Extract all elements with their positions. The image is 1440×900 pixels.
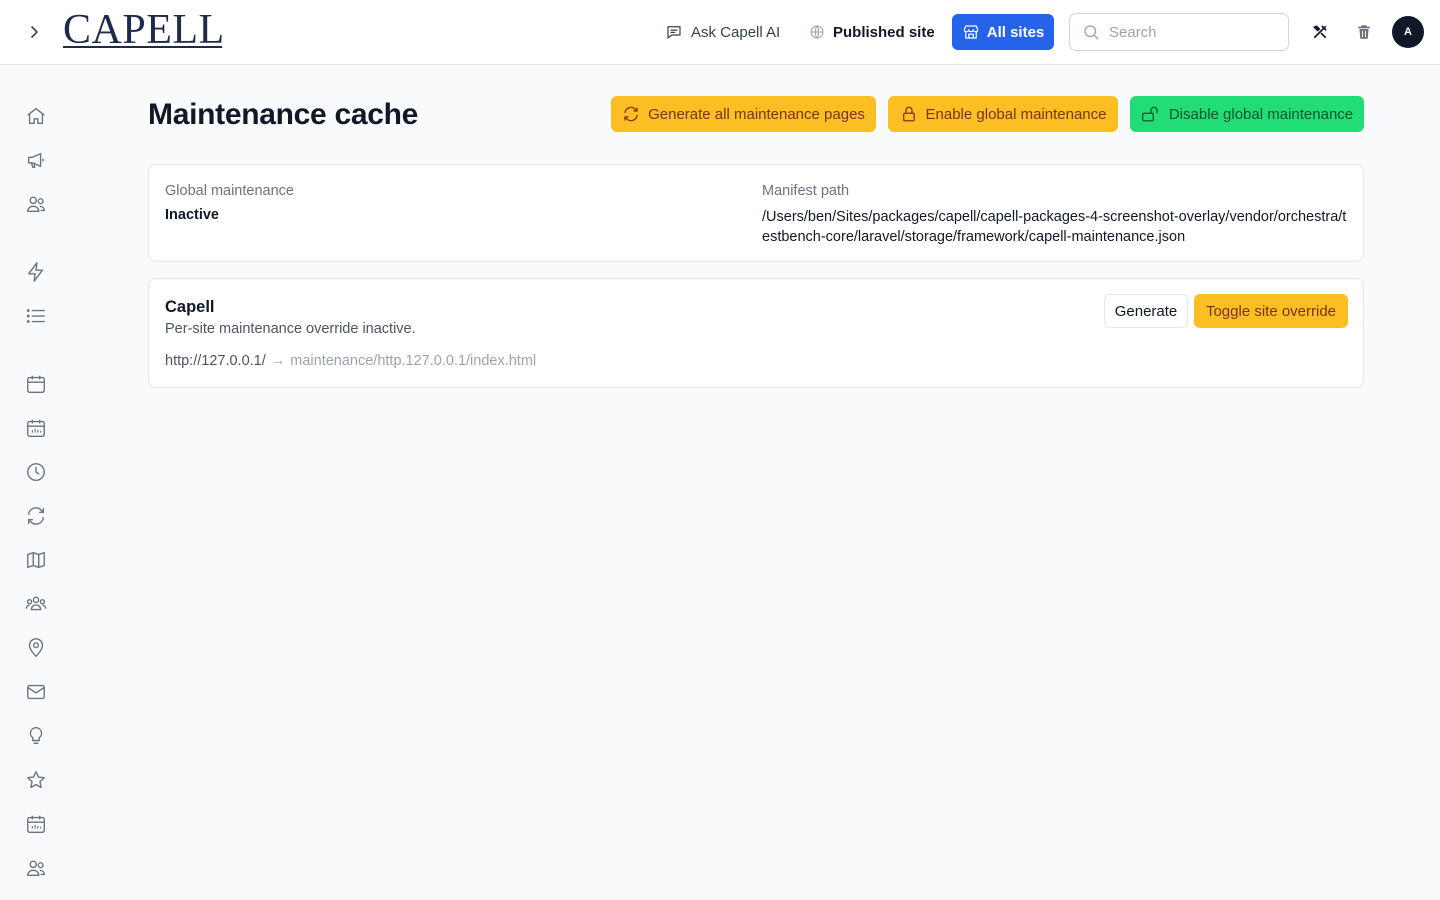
enable-global-maintenance-button[interactable]: Enable global maintenance xyxy=(888,96,1118,132)
building-storefront-icon xyxy=(962,23,980,41)
chat-bubble-icon xyxy=(665,23,683,41)
site-url[interactable]: http://127.0.0.1/ xyxy=(165,353,266,369)
site-card: Capell Per-site maintenance override ina… xyxy=(148,278,1364,388)
published-site-link[interactable]: Published site xyxy=(809,20,935,44)
wrench-screwdriver-icon[interactable] xyxy=(1308,20,1332,44)
megaphone-icon[interactable] xyxy=(24,148,48,172)
enable-global-label: Enable global maintenance xyxy=(925,105,1107,123)
search-box[interactable] xyxy=(1069,13,1289,51)
bolt-icon[interactable] xyxy=(24,260,48,284)
generate-all-maintenance-pages-button[interactable]: Generate all maintenance pages xyxy=(611,96,876,132)
lightbulb-icon[interactable] xyxy=(24,724,48,748)
toggle-site-override-button[interactable]: Toggle site override xyxy=(1194,294,1348,328)
refresh-icon[interactable] xyxy=(24,504,48,528)
clock-icon[interactable] xyxy=(24,460,48,484)
map-pin-icon[interactable] xyxy=(24,636,48,660)
list-icon[interactable] xyxy=(24,304,48,328)
user-group-icon[interactable] xyxy=(24,592,48,616)
globe-icon xyxy=(809,24,825,40)
calendar-icon[interactable] xyxy=(24,372,48,396)
disable-global-maintenance-button[interactable]: Disable global maintenance xyxy=(1130,96,1364,132)
disable-global-label: Disable global maintenance xyxy=(1168,105,1354,123)
manifest-path-value: /Users/ben/Sites/packages/capell/capell-… xyxy=(762,209,1347,245)
avatar[interactable]: A xyxy=(1392,16,1424,48)
lock-closed-icon xyxy=(900,105,918,123)
users-icon[interactable] xyxy=(24,856,48,880)
arrow-right-icon: → xyxy=(270,353,286,369)
calendar-days-icon[interactable] xyxy=(24,812,48,836)
site-maintenance-path: maintenance/http.127.0.0.1/index.html xyxy=(290,353,537,369)
maintenance-info-card: Global maintenance Inactive Manifest pat… xyxy=(148,164,1364,262)
ask-ai-label: Ask Capell AI xyxy=(691,23,781,41)
ask-ai-link[interactable]: Ask Capell AI xyxy=(665,20,780,44)
map-icon[interactable] xyxy=(24,548,48,572)
search-input[interactable] xyxy=(1109,23,1269,41)
all-sites-label: All sites xyxy=(986,23,1045,41)
calendar-days-icon[interactable] xyxy=(24,416,48,440)
generate-button[interactable]: Generate xyxy=(1104,294,1188,328)
envelope-icon[interactable] xyxy=(24,680,48,704)
lock-open-icon xyxy=(1141,105,1161,123)
star-icon[interactable] xyxy=(24,768,48,792)
generate-all-label: Generate all maintenance pages xyxy=(648,105,865,123)
published-site-label: Published site xyxy=(833,23,935,41)
chevron-right-icon[interactable] xyxy=(22,20,46,44)
manifest-path-label: Manifest path xyxy=(762,183,850,199)
site-status: Per-site maintenance override inactive. xyxy=(165,321,416,337)
all-sites-button[interactable]: All sites xyxy=(952,14,1054,50)
users-icon[interactable] xyxy=(24,192,48,216)
logo-underline xyxy=(63,46,222,48)
home-icon[interactable] xyxy=(24,104,48,128)
site-name: Capell xyxy=(165,298,215,316)
global-maintenance-value: Inactive xyxy=(165,207,219,223)
page-title: Maintenance cache xyxy=(148,98,419,131)
refresh-icon xyxy=(622,105,640,123)
top-bar: CAPELL Ask Capell AI Published site All … xyxy=(0,0,1440,65)
site-url-line: http://127.0.0.1/ → maintenance/http.127… xyxy=(165,353,536,369)
global-maintenance-label: Global maintenance xyxy=(165,183,294,199)
search-icon xyxy=(1082,23,1100,41)
trash-icon[interactable] xyxy=(1352,20,1376,44)
